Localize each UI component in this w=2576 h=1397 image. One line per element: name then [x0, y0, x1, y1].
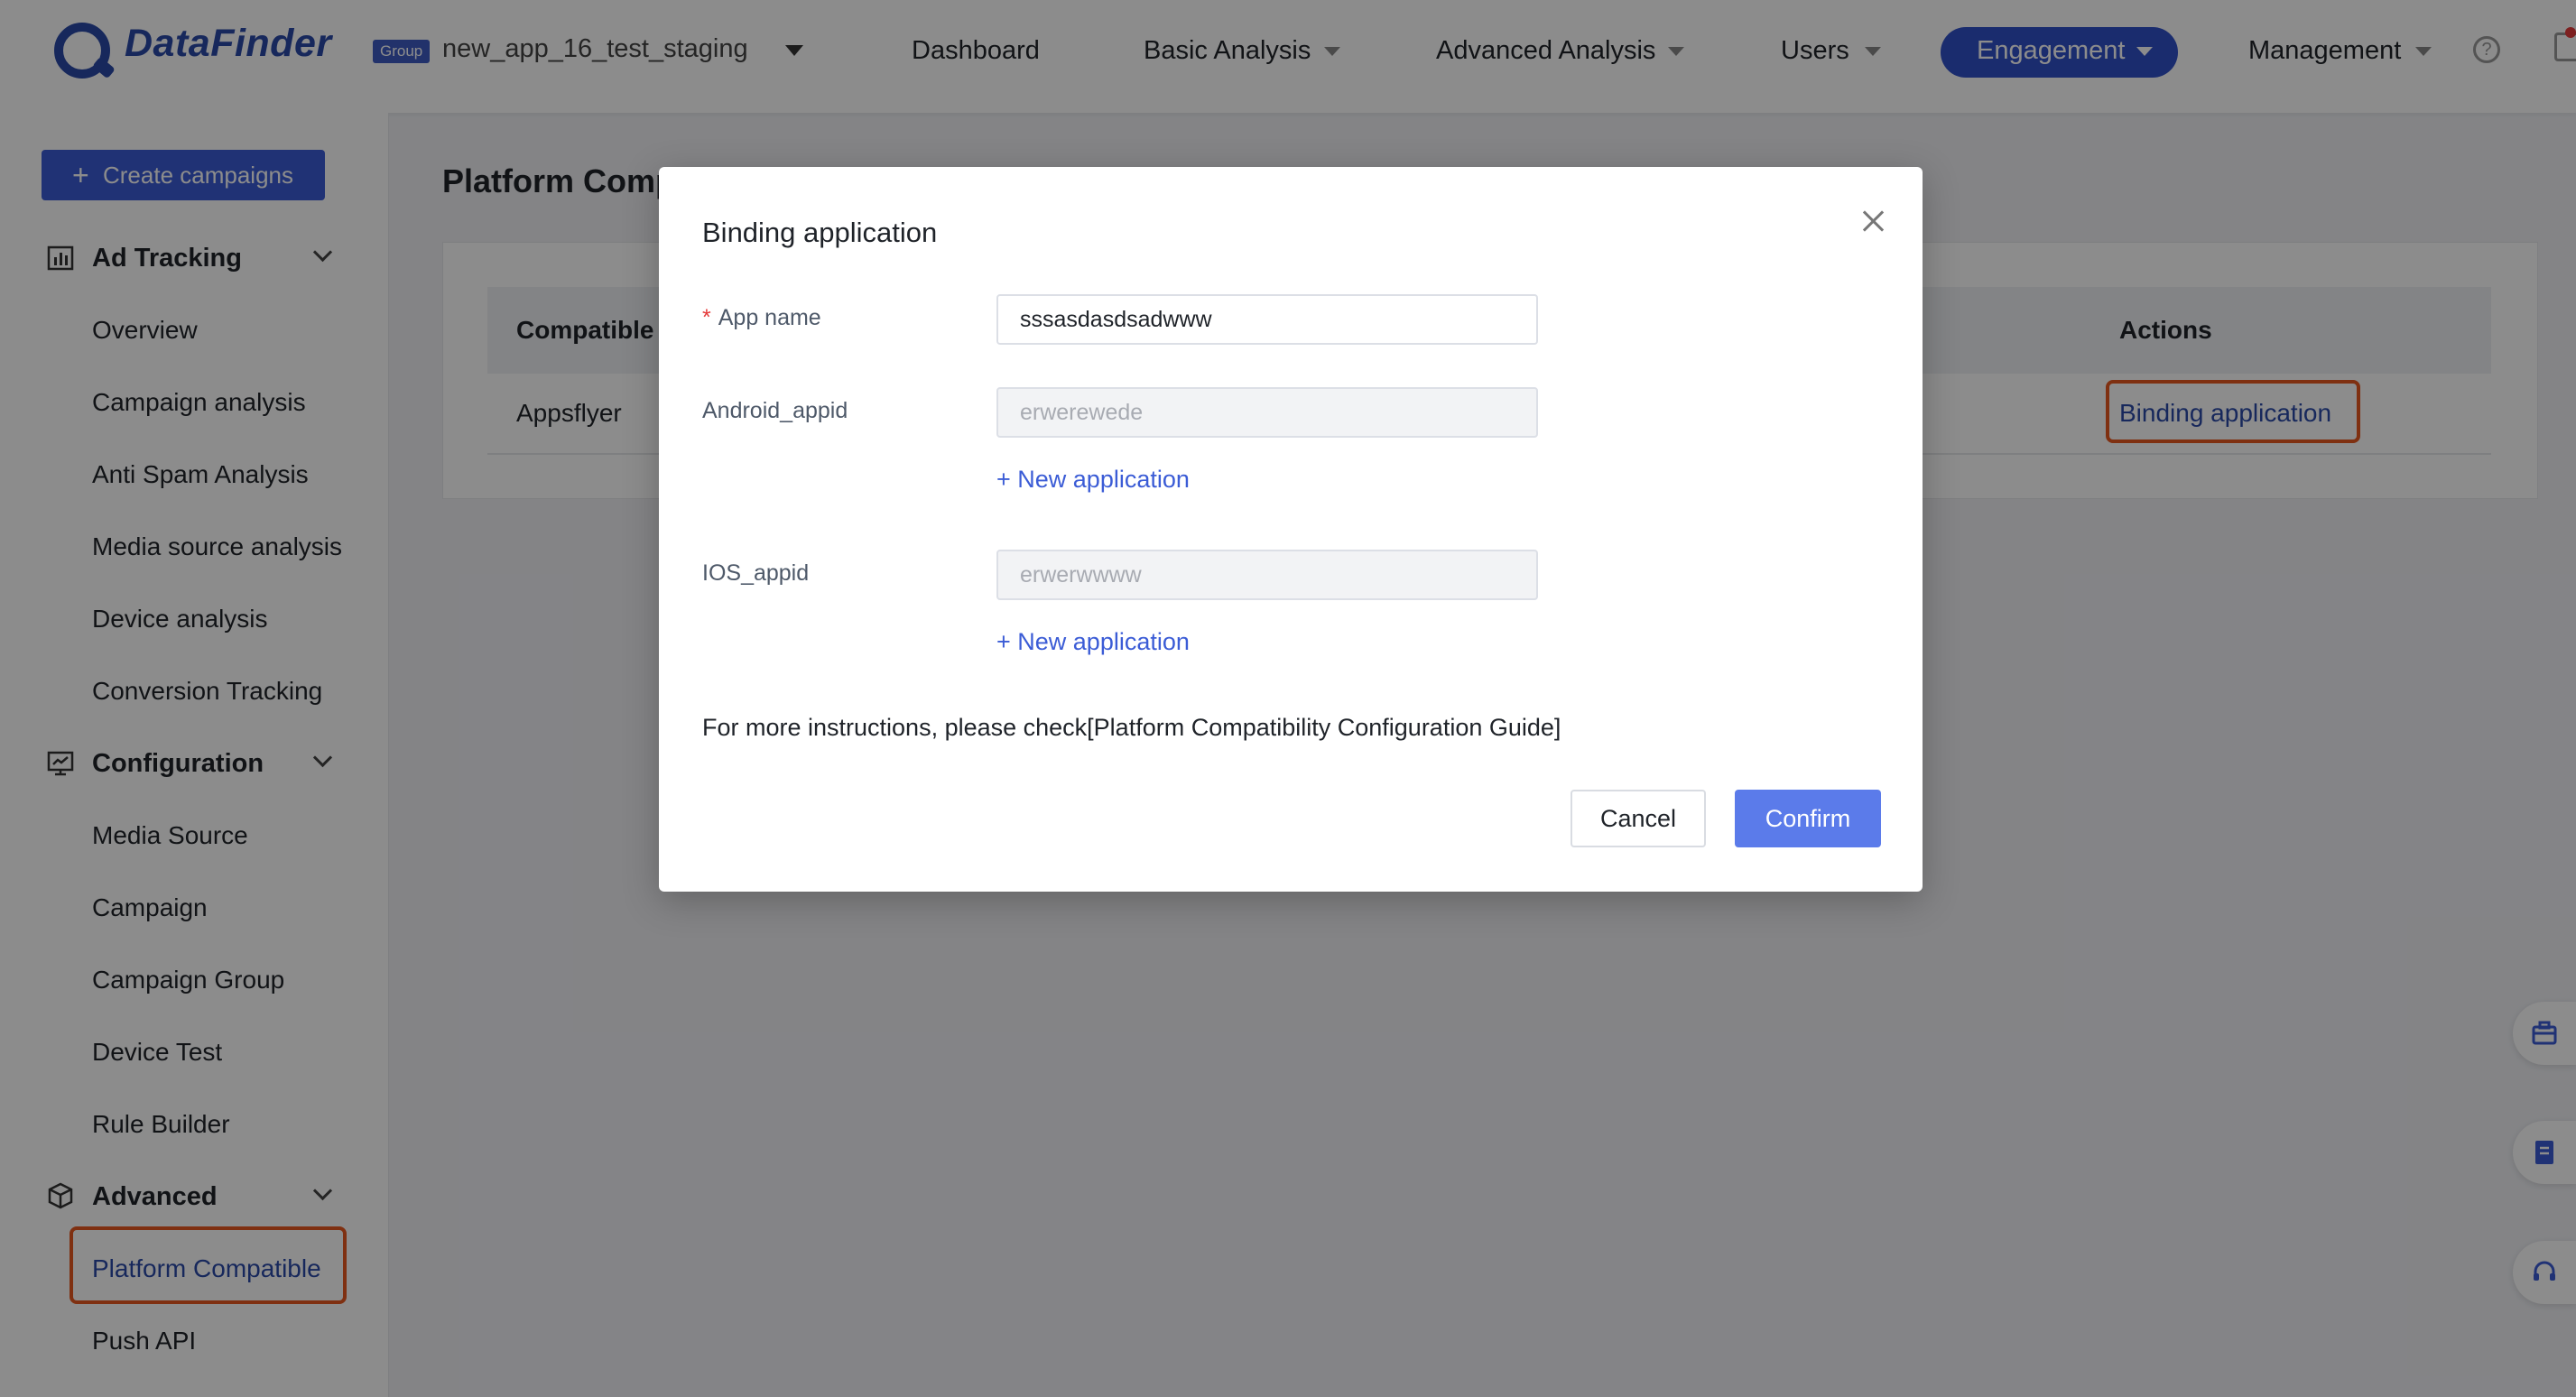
confirm-button[interactable]: Confirm	[1735, 790, 1881, 847]
android-appid-input[interactable]: erwerewede	[996, 387, 1538, 438]
new-application-ios-link[interactable]: + New application	[996, 628, 1190, 656]
dialog-title: Binding application	[702, 217, 938, 248]
binding-application-dialog: Binding application * App name sssasdasds…	[659, 167, 1923, 892]
cancel-button[interactable]: Cancel	[1571, 790, 1706, 847]
app-name-label-text: App name	[718, 305, 821, 330]
required-marker: *	[702, 305, 711, 330]
ios-appid-input[interactable]: erwerwwww	[996, 550, 1538, 600]
new-application-android-link[interactable]: + New application	[996, 466, 1190, 494]
app-name-label: * App name	[702, 305, 821, 331]
configuration-guide-text[interactable]: For more instructions, please check[Plat…	[702, 714, 1561, 742]
android-appid-label: Android_appid	[702, 398, 848, 423]
app-name-input[interactable]: sssasdasdsadwww	[996, 294, 1538, 345]
close-icon[interactable]	[1859, 208, 1886, 235]
ios-appid-label: IOS_appid	[702, 560, 810, 586]
